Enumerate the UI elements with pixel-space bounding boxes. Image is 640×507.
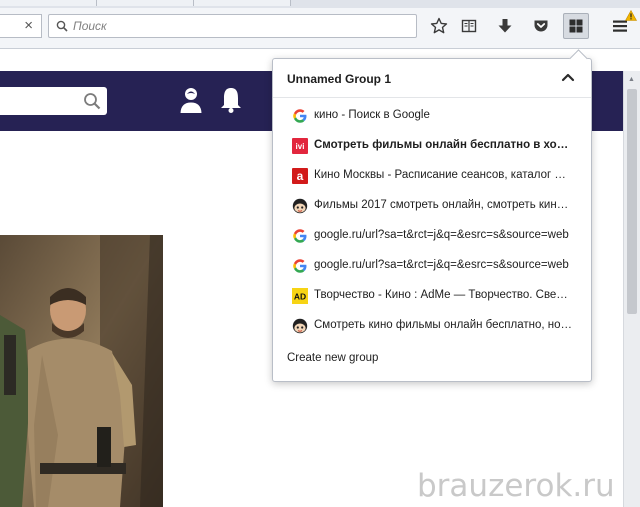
create-new-group-link[interactable]: Create new group	[287, 352, 378, 364]
collapse-chevron-icon[interactable]	[561, 72, 575, 82]
site-search-input[interactable]	[0, 87, 107, 115]
tab-title: Творчество - Кино : AdMe — Творчество. С…	[314, 289, 572, 301]
bell-icon[interactable]	[219, 86, 243, 114]
browser-tab[interactable]	[194, 0, 291, 6]
download-icon	[498, 19, 512, 33]
google-favicon-icon	[293, 259, 307, 273]
mascot-favicon-icon	[292, 198, 308, 214]
afisha-favicon-icon: a	[292, 168, 308, 184]
group-tab-item[interactable]: Фильмы 2017 смотреть онлайн, смотреть ки…	[273, 191, 591, 221]
group-tab-item[interactable]: google.ru/url?sa=t&rct=j&q=&esrc=s&sourc…	[273, 251, 591, 281]
browser-tab[interactable]	[0, 0, 97, 6]
tab-groups-icon	[569, 19, 583, 33]
adme-favicon-icon: AD	[292, 288, 308, 304]
downloads-button[interactable]	[492, 13, 518, 39]
scroll-up-arrow-icon[interactable]: ▲	[628, 76, 635, 83]
navigation-toolbar: ×	[0, 8, 640, 49]
group-tab-item-current[interactable]: ivi Смотреть фильмы онлайн бесплатно в х…	[273, 131, 591, 161]
tab-title: Смотреть кино фильмы онлайн бесплатно, н…	[314, 319, 572, 331]
reading-list-icon	[461, 19, 477, 33]
bookmark-button[interactable]	[426, 13, 452, 39]
tab-groups-button[interactable]	[563, 13, 589, 39]
tab-title: Кино Москвы - Расписание сеансов, катало…	[314, 169, 572, 181]
group-tab-item[interactable]: кино - Поиск в Google	[273, 101, 591, 131]
page-scrollbar[interactable]: ▲	[623, 71, 640, 507]
scrollbar-thumb[interactable]	[627, 89, 637, 314]
tab-title: Фильмы 2017 смотреть онлайн, смотреть ки…	[314, 199, 572, 211]
group-tab-item[interactable]: AD Творчество - Кино : AdMe — Творчество…	[273, 281, 591, 311]
group-title[interactable]: Unnamed Group 1	[287, 72, 391, 86]
reading-list-button[interactable]	[456, 13, 482, 39]
google-favicon-icon	[293, 109, 307, 123]
watermark: brauzerok.ru	[417, 468, 615, 504]
address-bar[interactable]: ×	[0, 14, 42, 38]
tab-title: google.ru/url?sa=t&rct=j&q=&esrc=s&sourc…	[314, 229, 569, 241]
menu-button[interactable]	[607, 10, 637, 39]
tab-groups-panel: Unnamed Group 1 кино - Поиск в Google iv…	[272, 49, 592, 382]
group-tab-list: кино - Поиск в Google ivi Смотреть фильм…	[273, 101, 591, 341]
tab-title: Смотреть фильмы онлайн бесплатно в хорош…	[314, 139, 572, 151]
group-tab-item[interactable]: google.ru/url?sa=t&rct=j&q=&esrc=s&sourc…	[273, 221, 591, 251]
tab-title: google.ru/url?sa=t&rct=j&q=&esrc=s&sourc…	[314, 259, 569, 271]
ivi-favicon-icon: ivi	[292, 138, 308, 154]
bookmark-star-icon	[430, 17, 448, 34]
group-tab-item[interactable]: Смотреть кино фильмы онлайн бесплатно, н…	[273, 311, 591, 341]
search-icon[interactable]	[83, 92, 101, 110]
search-input[interactable]	[73, 18, 403, 34]
user-icon[interactable]	[179, 86, 203, 114]
movie-poster-image[interactable]	[0, 235, 163, 507]
pocket-button[interactable]	[528, 13, 554, 39]
svg-text:AD: AD	[294, 292, 306, 302]
browser-tab[interactable]	[97, 0, 194, 6]
warning-icon	[625, 10, 637, 21]
google-favicon-icon	[293, 229, 307, 243]
mascot-favicon-icon	[292, 318, 308, 334]
group-tab-item[interactable]: a Кино Москвы - Расписание сеансов, ката…	[273, 161, 591, 191]
pocket-icon	[534, 20, 548, 32]
svg-text:ivi: ivi	[296, 142, 305, 151]
tab-title: кино - Поиск в Google	[314, 109, 430, 121]
svg-text:a: a	[297, 169, 304, 183]
group-header[interactable]: Unnamed Group 1	[273, 59, 591, 98]
search-icon	[56, 20, 68, 32]
search-bar[interactable]	[48, 14, 417, 38]
clear-address-button[interactable]: ×	[24, 18, 33, 34]
